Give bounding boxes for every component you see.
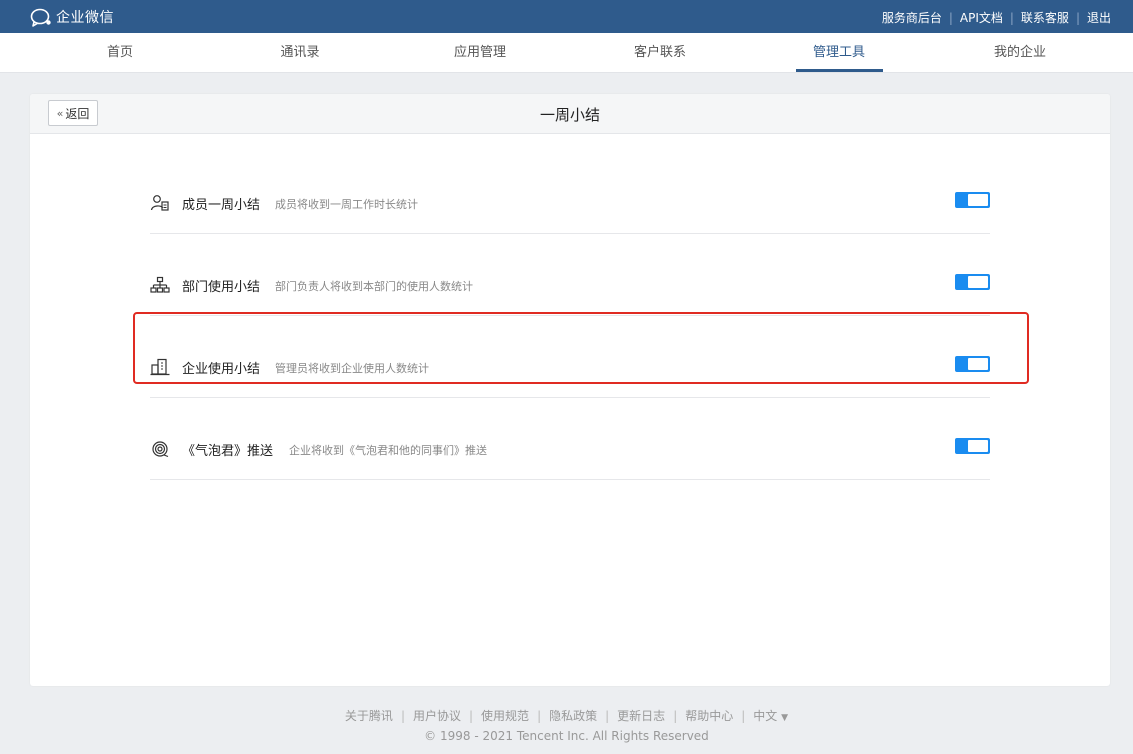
org-chart-icon bbox=[150, 276, 170, 293]
copyright: © 1998 - 2021 Tencent Inc. All Rights Re… bbox=[424, 729, 709, 743]
setting-row-member-weekly: 成员一周小结 成员将收到一周工作时长统计 bbox=[150, 152, 990, 234]
building-icon bbox=[150, 358, 170, 376]
setting-name: 成员一周小结 bbox=[182, 198, 261, 213]
bubble-push-toggle[interactable] bbox=[955, 438, 990, 454]
setting-name: 企业使用小结 bbox=[182, 362, 261, 377]
divider: | bbox=[400, 709, 405, 723]
nav-active-indicator bbox=[796, 69, 883, 72]
footer-link-changelog[interactable]: 更新日志 bbox=[617, 709, 665, 723]
department-summary-toggle[interactable] bbox=[955, 274, 990, 290]
footer-link-about[interactable]: 关于腾讯 bbox=[345, 709, 393, 723]
setting-description: 成员将收到一周工作时长统计 bbox=[275, 198, 418, 211]
card-header: 一周小结 « 返回 bbox=[30, 94, 1110, 134]
content-card: 一周小结 « 返回 成员一周小结 成员将收到一周工作时长统计 部门使用小结 部门… bbox=[30, 94, 1110, 686]
setting-name: 《气泡君》推送 bbox=[182, 444, 274, 459]
footer-link-help[interactable]: 帮助中心 bbox=[685, 709, 733, 723]
nav-contacts[interactable]: 通讯录 bbox=[280, 33, 319, 73]
logout-link[interactable]: 退出 bbox=[1087, 9, 1111, 26]
divider: | bbox=[673, 709, 678, 723]
language-selector[interactable]: 中文 ▼ bbox=[753, 709, 788, 723]
footer-link-privacy[interactable]: 隐私政策 bbox=[549, 709, 597, 723]
divider: | bbox=[537, 709, 542, 723]
footer-link-usage-rules[interactable]: 使用规范 bbox=[481, 709, 529, 723]
logo-text: 企业微信 bbox=[56, 10, 114, 26]
toggle-knob bbox=[968, 194, 988, 206]
back-button[interactable]: « 返回 bbox=[48, 100, 98, 126]
language-label: 中文 bbox=[753, 709, 778, 723]
bubble-icon bbox=[152, 441, 169, 458]
divider: | bbox=[741, 709, 746, 723]
setting-row-company-summary: 企业使用小结 管理员将收到企业使用人数统计 bbox=[150, 316, 990, 398]
setting-description: 管理员将收到企业使用人数统计 bbox=[275, 362, 429, 375]
divider: | bbox=[1075, 10, 1080, 25]
divider: | bbox=[605, 709, 610, 723]
setting-name: 部门使用小结 bbox=[182, 280, 261, 295]
wecom-logo-icon bbox=[30, 8, 51, 27]
toggle-knob bbox=[968, 358, 988, 370]
logo[interactable]: 企业微信 bbox=[30, 7, 114, 27]
nav-customer-contact[interactable]: 客户联系 bbox=[634, 33, 686, 73]
top-links: 服务商后台 | API文档 | 联系客服 | 退出 bbox=[882, 9, 1111, 26]
api-docs-link[interactable]: API文档 bbox=[960, 9, 1003, 26]
double-chevron-left-icon: « bbox=[56, 106, 64, 120]
toggle-knob bbox=[968, 440, 988, 452]
member-weekly-toggle[interactable] bbox=[955, 192, 990, 208]
main-nav: 首页 通讯录 应用管理 客户联系 管理工具 我的企业 bbox=[0, 33, 1133, 73]
setting-row-bubble-push: 《气泡君》推送 企业将收到《气泡君和他的同事们》推送 bbox=[150, 398, 990, 480]
divider: | bbox=[948, 10, 953, 25]
divider: | bbox=[469, 709, 474, 723]
divider: | bbox=[1009, 10, 1014, 25]
nav-my-company[interactable]: 我的企业 bbox=[994, 33, 1046, 73]
top-bar: 企业微信 服务商后台 | API文档 | 联系客服 | 退出 bbox=[0, 0, 1133, 33]
nav-app-management[interactable]: 应用管理 bbox=[454, 33, 506, 73]
nav-management-tools[interactable]: 管理工具 bbox=[813, 33, 865, 73]
company-summary-toggle[interactable] bbox=[955, 356, 990, 372]
member-icon bbox=[150, 195, 169, 211]
setting-description: 部门负责人将收到本部门的使用人数统计 bbox=[275, 280, 473, 293]
setting-description: 企业将收到《气泡君和他的同事们》推送 bbox=[289, 444, 487, 457]
page-title: 一周小结 bbox=[539, 106, 600, 124]
footer-link-user-agreement[interactable]: 用户协议 bbox=[413, 709, 461, 723]
contact-support-link[interactable]: 联系客服 bbox=[1021, 9, 1069, 26]
footer-links: 关于腾讯 | 用户协议 | 使用规范 | 隐私政策 | 更新日志 | 帮助中心 | 中文 ▼ bbox=[0, 707, 1133, 724]
service-provider-link[interactable]: 服务商后台 bbox=[882, 9, 942, 26]
caret-down-icon: ▼ bbox=[781, 713, 789, 723]
setting-row-department-summary: 部门使用小结 部门负责人将收到本部门的使用人数统计 bbox=[150, 234, 990, 316]
back-label: 返回 bbox=[65, 106, 90, 121]
nav-home[interactable]: 首页 bbox=[107, 33, 133, 73]
toggle-knob bbox=[968, 276, 988, 288]
